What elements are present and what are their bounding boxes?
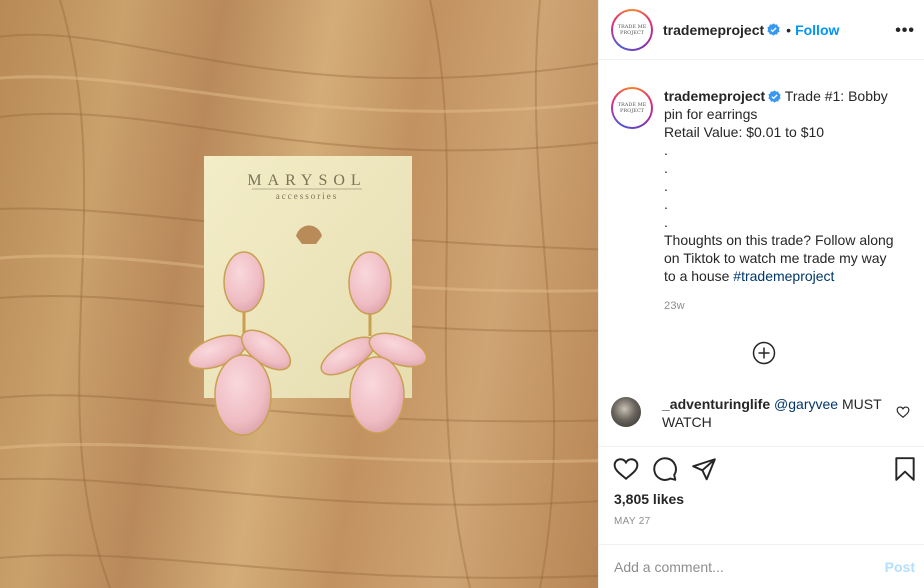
comments-section[interactable]: TRADE ME PROJECT trademeproject Trade #1… bbox=[599, 61, 924, 447]
post-time[interactable]: 23w bbox=[664, 297, 904, 315]
caption-line-1: Trade #1: Bobby bbox=[784, 88, 888, 104]
caption-dot: . bbox=[664, 160, 668, 176]
follow-button[interactable]: Follow bbox=[795, 22, 839, 38]
caption-dot: . bbox=[664, 142, 668, 158]
post-caption: TRADE ME PROJECT trademeproject Trade #1… bbox=[611, 87, 904, 315]
instagram-post: MARYSOL accessories TRADE ME PROJECT tra… bbox=[0, 0, 924, 588]
caption-avatar[interactable]: TRADE ME PROJECT bbox=[611, 87, 653, 129]
avatar-logo-text: TRADE ME PROJECT bbox=[617, 23, 647, 36]
header-username[interactable]: trademeproject bbox=[663, 22, 764, 38]
comment-text: MUST bbox=[838, 396, 882, 412]
caption-avatar-logo-text: TRADE ME PROJECT bbox=[617, 102, 647, 114]
add-comment-icon[interactable] bbox=[752, 341, 776, 365]
comment-icon[interactable] bbox=[652, 456, 678, 482]
verified-icon bbox=[767, 23, 780, 36]
more-icon[interactable]: ••• bbox=[895, 22, 915, 40]
comment-text-2: WATCH bbox=[662, 414, 712, 430]
brand-sub-text: accessories bbox=[276, 191, 338, 201]
likes-count[interactable]: 3,805 likes bbox=[614, 491, 684, 507]
comment-mention[interactable]: @garyvee bbox=[774, 396, 838, 412]
verified-icon bbox=[768, 90, 781, 103]
separator-dot: • bbox=[786, 21, 792, 38]
caption-line-2: pin for earrings bbox=[664, 106, 758, 122]
avatar[interactable]: TRADE ME PROJECT bbox=[611, 8, 653, 51]
add-comment-input[interactable] bbox=[614, 558, 864, 575]
caption-line-4: Thoughts on this trade? Follow along bbox=[664, 232, 894, 248]
caption-dot: . bbox=[664, 178, 668, 194]
caption-dot: . bbox=[664, 196, 668, 212]
hashtag-link[interactable]: #trademeproject bbox=[733, 268, 834, 284]
commenter-avatar[interactable] bbox=[611, 397, 641, 427]
comment-like-icon[interactable] bbox=[896, 405, 910, 419]
caption-line-5: on Tiktok to watch me trade my way bbox=[664, 250, 887, 266]
post-date: MAY 27 bbox=[614, 516, 651, 527]
post-header: TRADE ME PROJECT trademeproject • Follow… bbox=[599, 0, 924, 60]
caption-dot: . bbox=[664, 214, 668, 230]
post-details-panel: TRADE ME PROJECT trademeproject • Follow… bbox=[598, 0, 924, 588]
commenter-username[interactable]: _adventuringlife bbox=[662, 396, 770, 412]
caption-line-3: Retail Value: $0.01 to $10 bbox=[664, 124, 825, 140]
share-icon[interactable] bbox=[691, 456, 717, 482]
comment-item: _adventuringlife @garyvee MUST WATCH bbox=[611, 395, 916, 431]
heart-icon[interactable] bbox=[613, 456, 639, 482]
earrings-photo: MARYSOL accessories bbox=[0, 0, 598, 588]
caption-username[interactable]: trademeproject bbox=[664, 88, 765, 104]
caption-line-6: to a house bbox=[664, 268, 734, 284]
bookmark-icon[interactable] bbox=[892, 456, 918, 482]
add-comment-bar: Post bbox=[599, 544, 924, 588]
brand-logo-text: MARYSOL bbox=[247, 172, 366, 189]
post-photo[interactable]: MARYSOL accessories bbox=[0, 0, 598, 588]
post-button[interactable]: Post bbox=[885, 559, 915, 575]
action-bar bbox=[599, 452, 924, 488]
